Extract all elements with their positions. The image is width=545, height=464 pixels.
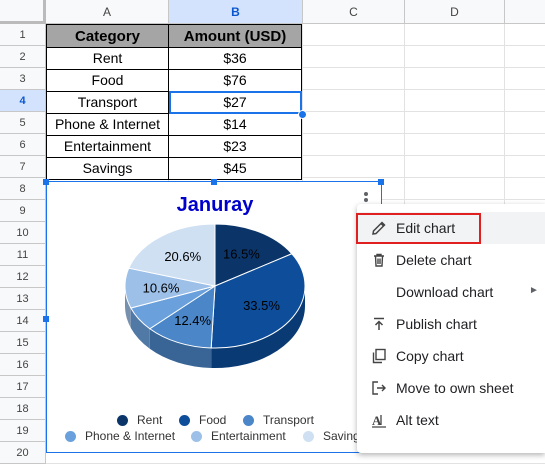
menu-item-alt-text[interactable]: A Alt text [357,404,545,436]
pie-chart[interactable]: Januray 16.5% 33.5% 12.4% 10.6% 20.6% Rent Fo… [46,181,382,453]
legend-label: Transport [263,413,314,427]
legend-label: Entertainment [211,429,286,443]
pie-percent-label: 20.6% [164,249,201,264]
column-header-a[interactable]: A [46,0,169,24]
column-header-e[interactable] [505,0,545,24]
row-header-15[interactable]: 15 [0,332,46,354]
category-cell[interactable]: Savings [46,158,169,180]
pie-percent-label: 10.6% [143,280,180,295]
menu-item-label: Move to own sheet [396,380,514,396]
legend-swatch [243,414,254,426]
menu-item-download-chart[interactable]: Download chart ► [357,276,545,308]
chart-resize-handle[interactable] [378,179,384,185]
row-header-19[interactable]: 19 [0,420,46,442]
legend-item: Phone & Internet [65,429,175,443]
row-header-13[interactable]: 13 [0,288,46,310]
row-header-6[interactable]: 6 [0,134,46,156]
row-header-16[interactable]: 16 [0,354,46,376]
menu-item-label: Publish chart [396,316,477,332]
header-amount[interactable]: Amount (USD) [169,24,302,48]
column-header-c[interactable]: C [303,0,405,24]
category-cell[interactable]: Food [46,70,169,92]
row-header-7[interactable]: 7 [0,156,46,178]
alt-text-icon: A [372,413,386,428]
category-cell[interactable]: Rent [46,48,169,70]
menu-item-move-to-own-sheet[interactable]: Move to own sheet [357,372,545,404]
select-all-corner[interactable] [0,0,46,24]
category-cell[interactable]: Entertainment [46,136,169,158]
row-header-3[interactable]: 3 [0,68,46,90]
chart-resize-handle[interactable] [43,179,49,185]
menu-item-label: Alt text [396,412,439,428]
highlight-box [356,213,481,244]
row-header-2[interactable]: 2 [0,46,46,68]
pie-percent-label: 33.5% [243,298,280,313]
row-header-18[interactable]: 18 [0,398,46,420]
amount-cell[interactable]: $14 [169,114,302,136]
column-header-d[interactable]: D [405,0,505,24]
menu-item-label: Delete chart [396,252,472,268]
legend-swatch [179,414,190,426]
category-cell[interactable]: Phone & Internet [46,114,169,136]
move-to-sheet-icon [372,381,386,395]
row-header-4[interactable]: 4 [0,90,46,112]
amount-cell[interactable]: $36 [169,48,302,70]
legend-label: Rent [137,413,163,427]
legend-item: Food [179,413,226,427]
row-header-9[interactable]: 9 [0,200,46,222]
row-header-12[interactable]: 12 [0,266,46,288]
header-category[interactable]: Category [46,24,169,48]
row-header-20[interactable]: 20 [0,442,46,464]
submenu-arrow-icon: ► [529,285,539,296]
pie-percent-label: 12.4% [174,313,211,328]
menu-item-copy-chart[interactable]: Copy chart [357,340,545,372]
selected-cell-b4[interactable] [169,91,302,114]
publish-icon [374,317,384,330]
menu-item-label: Download chart [396,284,494,300]
menu-item-publish-chart[interactable]: Publish chart [357,308,545,340]
legend-label: Phone & Internet [85,429,176,443]
row-header-8[interactable]: 8 [0,178,46,200]
trash-icon [374,253,384,267]
column-header-b[interactable]: B [169,0,303,24]
menu-item-label: Copy chart [396,348,464,364]
legend-swatch [117,414,128,426]
legend-item: Transport [243,413,314,427]
category-cell[interactable]: Transport [46,92,169,114]
legend-item: Entertainment [191,429,286,443]
fill-handle[interactable] [298,110,307,119]
legend-label: Food [199,413,227,427]
amount-cell[interactable]: $45 [169,158,302,180]
legend-swatch [191,430,202,442]
legend-item: Rent [117,413,162,427]
pie-percent-label: 16.5% [223,247,260,262]
row-header-1[interactable]: 1 [0,24,46,46]
legend-swatch [303,430,314,442]
row-header-5[interactable]: 5 [0,112,46,134]
menu-item-delete-chart[interactable]: Delete chart [357,244,545,276]
row-header-11[interactable]: 11 [0,244,46,266]
copy-icon [372,348,386,364]
legend-swatch [65,430,76,442]
row-header-17[interactable]: 17 [0,376,46,398]
chart-resize-handle[interactable] [211,179,217,185]
amount-cell[interactable]: $23 [169,136,302,158]
amount-cell[interactable]: $76 [169,70,302,92]
chart-resize-handle[interactable] [43,316,49,322]
row-header-10[interactable]: 10 [0,222,46,244]
row-header-14[interactable]: 14 [0,310,46,332]
